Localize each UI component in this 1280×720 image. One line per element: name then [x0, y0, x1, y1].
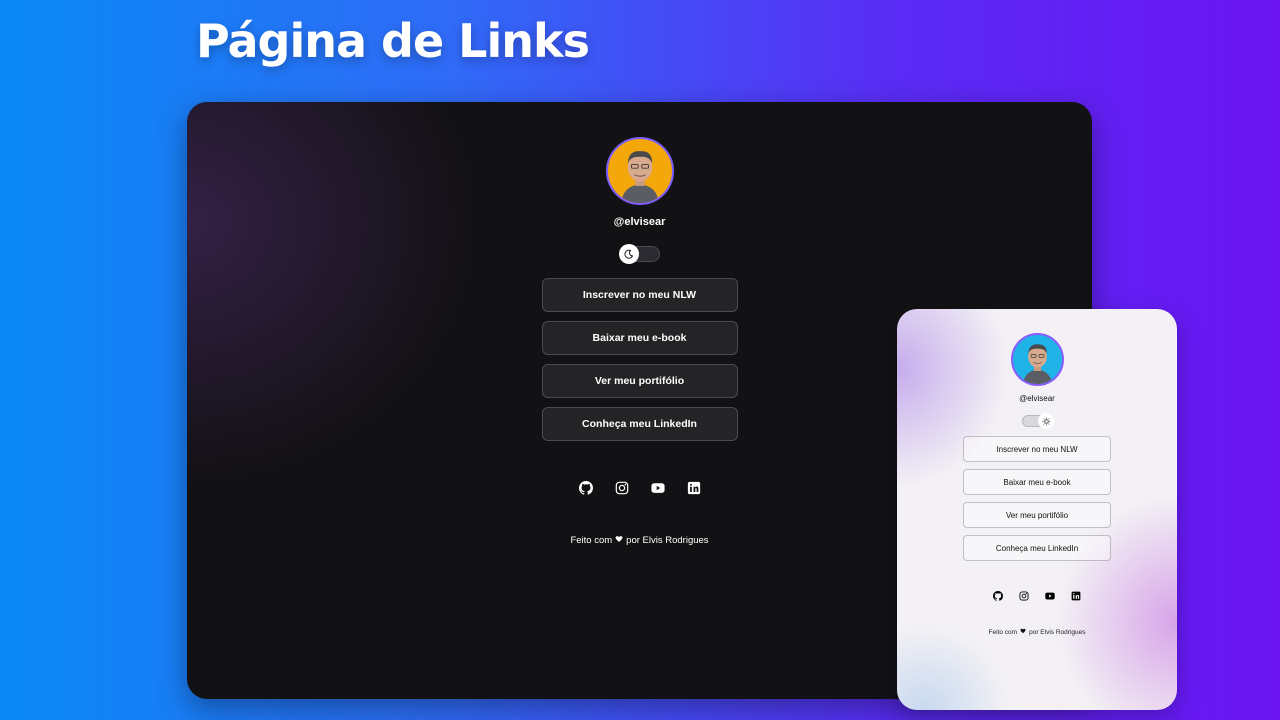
social-links	[993, 591, 1081, 601]
link-button-portfolio[interactable]: Ver meu portifólio	[541, 364, 738, 398]
link-button-linkedin[interactable]: Conheça meu LinkedIn	[541, 407, 738, 441]
footer: Feito com por Elvis Rodrigues	[570, 535, 708, 546]
moon-icon	[623, 249, 633, 259]
avatar	[605, 137, 674, 205]
footer: Feito com por Elvis Rodrigues	[989, 628, 1086, 636]
instagram-icon[interactable]	[615, 481, 629, 495]
link-button-ebook[interactable]: Baixar meu e-book	[963, 469, 1111, 495]
link-button-ebook[interactable]: Baixar meu e-book	[541, 321, 738, 355]
link-button-nlw[interactable]: Inscrever no meu NLW	[541, 278, 738, 312]
linkedin-icon[interactable]	[1071, 591, 1081, 601]
avatar-photo	[620, 151, 659, 203]
link-button-linkedin[interactable]: Conheça meu LinkedIn	[963, 535, 1111, 561]
toggle-knob	[618, 244, 639, 264]
page-title: Página de Links	[196, 14, 590, 68]
username: @elvisear	[613, 216, 666, 228]
github-icon[interactable]	[578, 481, 593, 495]
theme-toggle[interactable]	[1022, 413, 1054, 429]
footer-prefix: Feito com	[988, 628, 1018, 636]
github-icon[interactable]	[993, 591, 1003, 601]
youtube-icon[interactable]	[650, 481, 665, 495]
footer-prefix: Feito com	[570, 535, 613, 546]
heart-icon	[1020, 628, 1026, 636]
link-button-nlw[interactable]: Inscrever no meu NLW	[963, 436, 1111, 462]
light-profile-container: @elvisear Inscrever no meu NLW Baixar me…	[897, 333, 1177, 636]
avatar-photo	[1022, 344, 1052, 384]
social-links	[578, 481, 701, 495]
link-button-portfolio[interactable]: Ver meu portifólio	[963, 502, 1111, 528]
theme-toggle[interactable]	[618, 244, 660, 264]
username: @elvisear	[1019, 394, 1055, 403]
footer-suffix: por Elvis Rodrigues	[626, 535, 709, 546]
link-list: Inscrever no meu NLW Baixar meu e-book V…	[541, 278, 738, 441]
link-list: Inscrever no meu NLW Baixar meu e-book V…	[963, 436, 1111, 561]
instagram-icon[interactable]	[1019, 591, 1029, 601]
light-theme-preview: @elvisear Inscrever no meu NLW Baixar me…	[897, 309, 1177, 710]
avatar	[1010, 333, 1064, 386]
youtube-icon[interactable]	[1045, 591, 1055, 601]
footer-suffix: por Elvis Rodrigues	[1029, 628, 1086, 636]
sun-icon	[1041, 416, 1051, 426]
toggle-knob	[1038, 413, 1054, 429]
linkedin-icon[interactable]	[687, 481, 701, 495]
heart-icon	[615, 535, 623, 546]
